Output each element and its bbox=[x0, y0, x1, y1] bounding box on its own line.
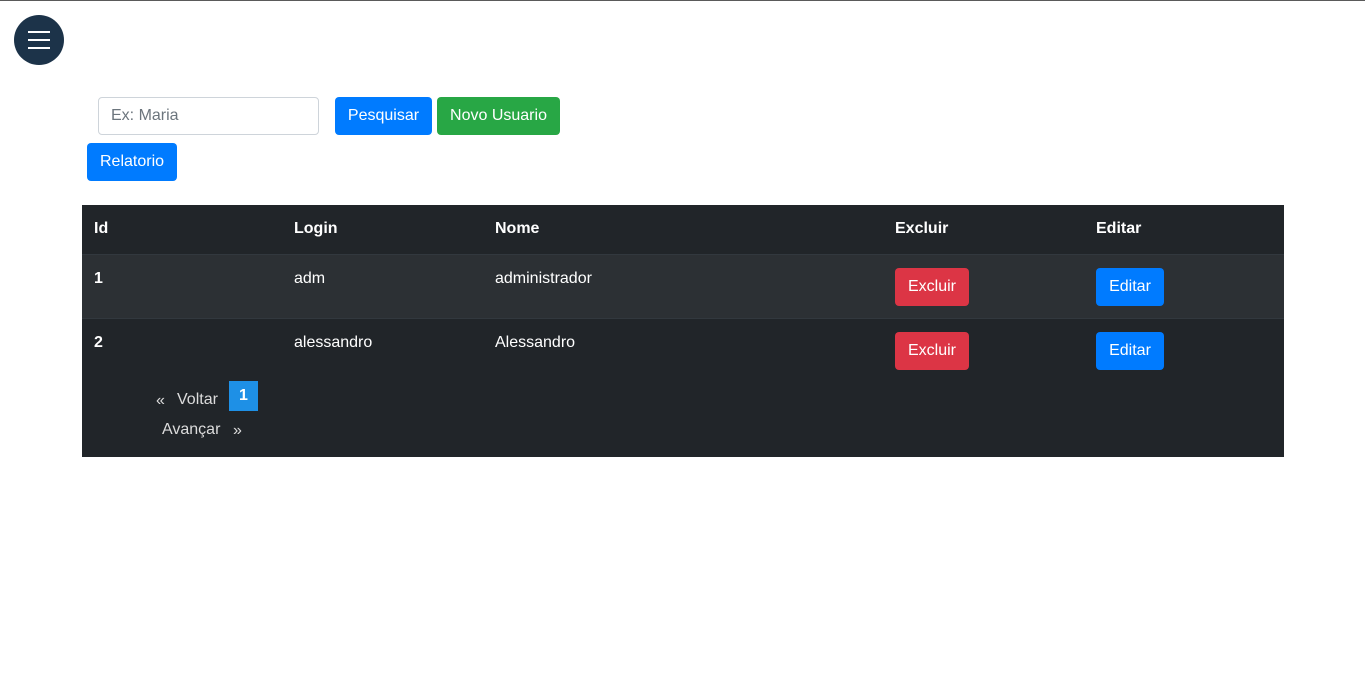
pagination-current-page[interactable]: 1 bbox=[229, 381, 258, 411]
table-row: 1 adm administrador Excluir Editar bbox=[82, 255, 1284, 319]
header-id: Id bbox=[94, 220, 109, 237]
menu-button[interactable] bbox=[14, 15, 64, 65]
header-nome: Nome bbox=[495, 220, 540, 237]
new-user-button[interactable]: Novo Usuario bbox=[437, 97, 560, 135]
delete-button[interactable]: Excluir bbox=[895, 332, 969, 370]
users-table: Id Login Nome Excluir Editar 1 adm admin… bbox=[82, 205, 1284, 457]
header-excluir: Excluir bbox=[895, 220, 949, 237]
delete-button[interactable]: Excluir bbox=[895, 268, 969, 306]
cell-login: alessandro bbox=[294, 334, 373, 351]
cell-nome: Alessandro bbox=[495, 334, 576, 351]
pagination-next-arrow[interactable]: » bbox=[233, 422, 242, 440]
cell-login: adm bbox=[294, 270, 326, 287]
edit-button[interactable]: Editar bbox=[1096, 332, 1164, 370]
search-input[interactable] bbox=[98, 97, 319, 135]
table-row: 2 alessandro Alessandro Excluir Editar bbox=[82, 319, 1284, 382]
header-login: Login bbox=[294, 220, 338, 237]
header-editar: Editar bbox=[1096, 220, 1142, 237]
cell-nome: administrador bbox=[495, 270, 592, 287]
pagination-prev-arrow[interactable]: « bbox=[156, 392, 165, 410]
cell-id: 1 bbox=[94, 270, 103, 287]
pagination-next-link[interactable]: Avançar bbox=[162, 421, 220, 439]
top-border bbox=[0, 0, 1365, 1]
report-button[interactable]: Relatorio bbox=[87, 143, 177, 181]
search-button[interactable]: Pesquisar bbox=[335, 97, 432, 135]
cell-id: 2 bbox=[94, 334, 103, 351]
hamburger-menu-icon bbox=[28, 31, 50, 49]
pagination: « Voltar 1 Avançar » bbox=[82, 381, 382, 451]
edit-button[interactable]: Editar bbox=[1096, 268, 1164, 306]
table-header-row: Id Login Nome Excluir Editar bbox=[82, 205, 1284, 255]
pagination-prev-link[interactable]: Voltar bbox=[177, 391, 218, 409]
